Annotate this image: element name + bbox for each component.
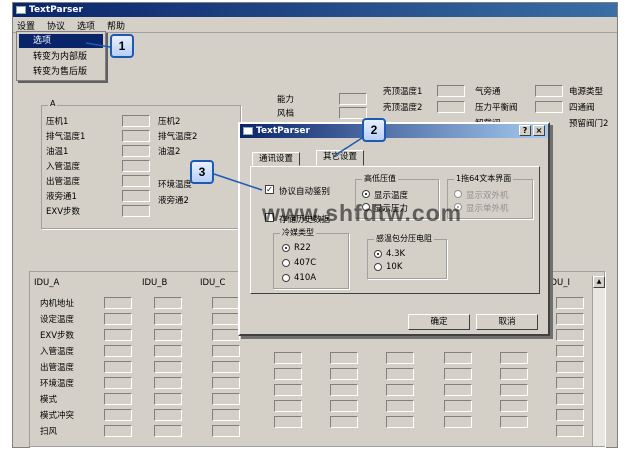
callout-arrow-1 bbox=[85, 42, 111, 48]
callout-2: 2 bbox=[362, 118, 386, 142]
callout-3: 3 bbox=[190, 160, 214, 184]
callout-arrow-2 bbox=[333, 137, 363, 157]
callout-arrow-3 bbox=[213, 173, 263, 191]
callout-1: 1 bbox=[110, 34, 134, 58]
callout-arrows bbox=[85, 42, 363, 191]
